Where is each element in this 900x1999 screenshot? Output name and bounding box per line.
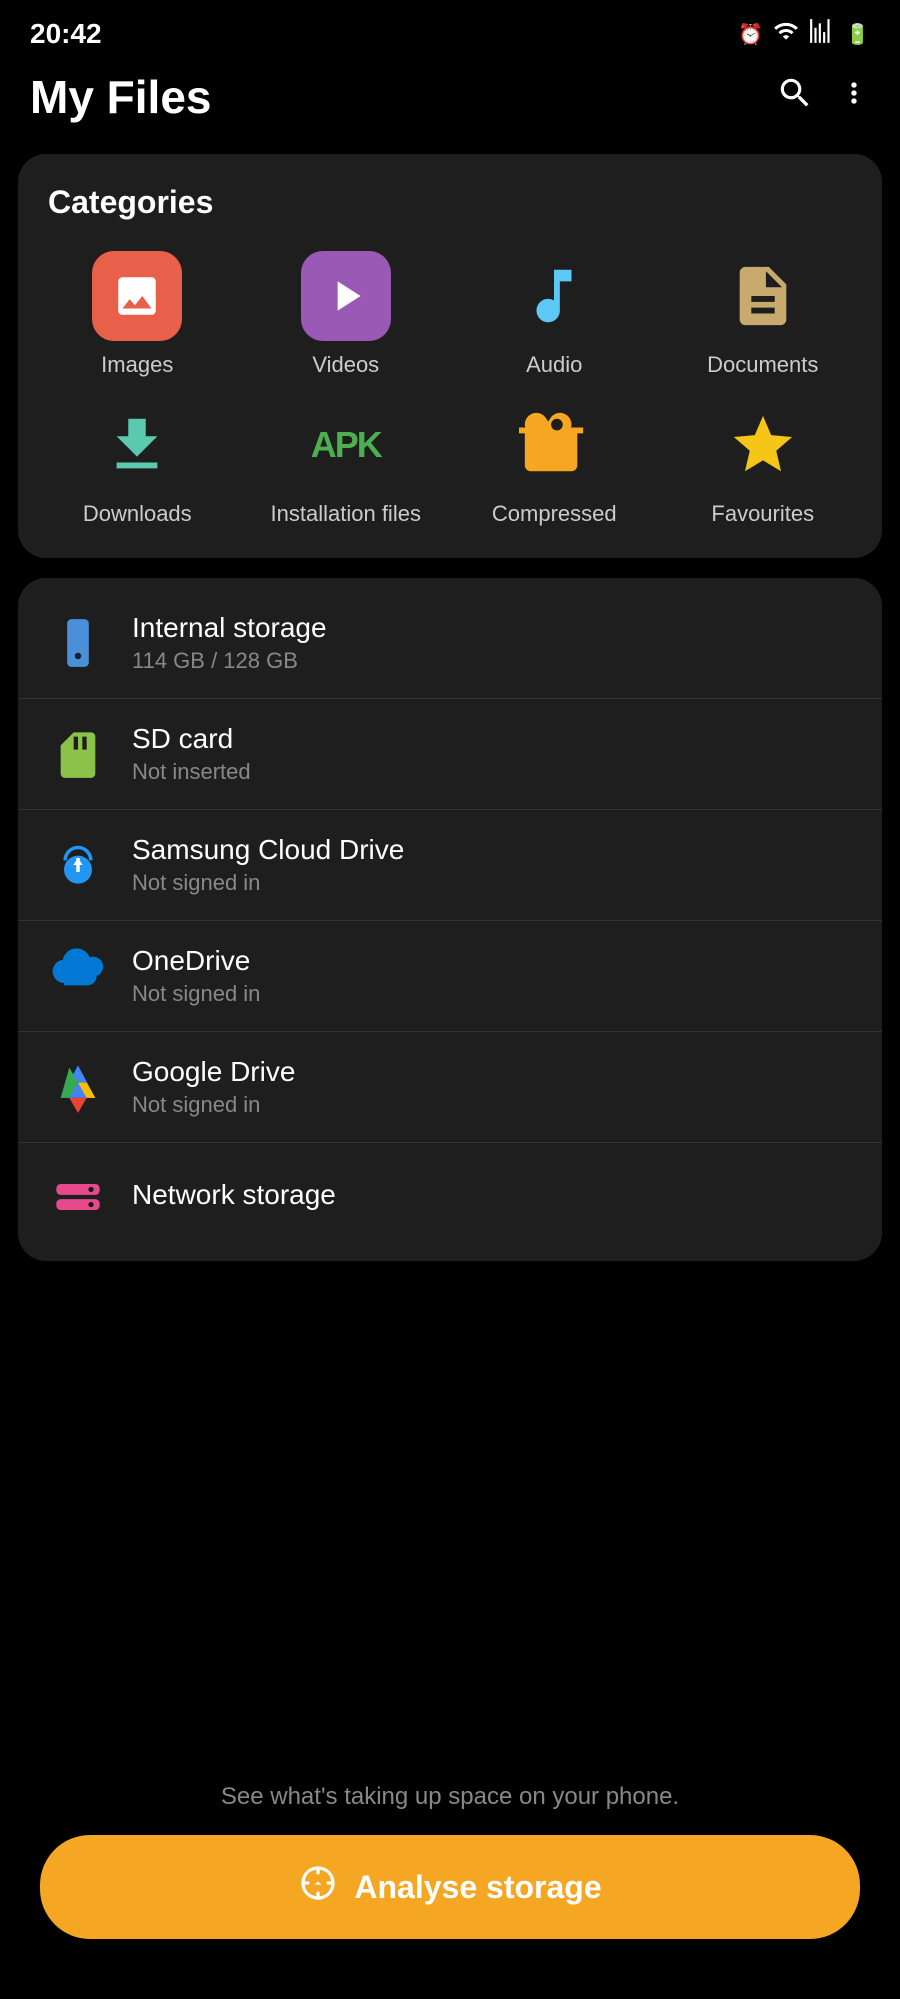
- alarm-icon: ⏰: [738, 22, 763, 47]
- category-audio[interactable]: Audio: [455, 251, 654, 380]
- signal-icon: [809, 18, 835, 50]
- documents-icon: [718, 251, 808, 341]
- onedrive-icon: [48, 946, 108, 1006]
- category-favourites[interactable]: Favourites: [664, 400, 863, 529]
- downloads-icon: [92, 400, 182, 490]
- storage-item-onedrive[interactable]: OneDrive Not signed in: [18, 921, 882, 1032]
- internal-storage-sub: 114 GB / 128 GB: [132, 648, 327, 674]
- network-storage-info: Network storage: [132, 1179, 336, 1215]
- storage-item-network[interactable]: Network storage: [18, 1143, 882, 1251]
- compressed-label: Compressed: [492, 500, 617, 529]
- favourites-label: Favourites: [711, 500, 814, 529]
- audio-label: Audio: [526, 351, 582, 380]
- sd-card-info: SD card Not inserted: [132, 723, 251, 785]
- category-compressed[interactable]: Compressed: [455, 400, 654, 529]
- categories-title: Categories: [38, 184, 862, 221]
- downloads-label: Downloads: [83, 500, 192, 529]
- network-storage-icon: [48, 1167, 108, 1227]
- category-documents[interactable]: Documents: [664, 251, 863, 380]
- google-drive-sub: Not signed in: [132, 1092, 295, 1118]
- onedrive-sub: Not signed in: [132, 981, 260, 1007]
- samsung-cloud-sub: Not signed in: [132, 870, 404, 896]
- category-videos[interactable]: Videos: [247, 251, 446, 380]
- analyse-storage-icon: [298, 1863, 338, 1911]
- compressed-icon: [509, 400, 599, 490]
- samsung-cloud-info: Samsung Cloud Drive Not signed in: [132, 834, 404, 896]
- storage-item-internal[interactable]: Internal storage 114 GB / 128 GB: [18, 588, 882, 699]
- battery-icon: 🔋: [845, 22, 870, 47]
- storage-card: Internal storage 114 GB / 128 GB SD card…: [18, 578, 882, 1261]
- storage-item-samsung-cloud[interactable]: Samsung Cloud Drive Not signed in: [18, 810, 882, 921]
- images-label: Images: [101, 351, 173, 380]
- category-images[interactable]: Images: [38, 251, 237, 380]
- categories-card: Categories Images Videos Audio: [18, 154, 882, 558]
- samsung-cloud-icon: [48, 835, 108, 895]
- more-options-icon[interactable]: [838, 76, 870, 118]
- google-drive-name: Google Drive: [132, 1056, 295, 1088]
- samsung-cloud-name: Samsung Cloud Drive: [132, 834, 404, 866]
- internal-storage-icon: [48, 613, 108, 673]
- categories-grid: Images Videos Audio Documents: [38, 251, 862, 528]
- header-actions: [776, 74, 870, 121]
- internal-storage-info: Internal storage 114 GB / 128 GB: [132, 612, 327, 674]
- apk-icon: APK: [301, 400, 391, 490]
- installation-files-label: Installation files: [271, 500, 421, 529]
- network-storage-name: Network storage: [132, 1179, 336, 1211]
- storage-item-google-drive[interactable]: Google Drive Not signed in: [18, 1032, 882, 1143]
- storage-item-sd-card[interactable]: SD card Not inserted: [18, 699, 882, 810]
- analyse-storage-button[interactable]: Analyse storage: [40, 1835, 860, 1939]
- status-icons: ⏰ 🔋: [738, 18, 870, 50]
- videos-icon: [301, 251, 391, 341]
- google-drive-info: Google Drive Not signed in: [132, 1056, 295, 1118]
- favourites-icon: [718, 400, 808, 490]
- onedrive-info: OneDrive Not signed in: [132, 945, 260, 1007]
- category-downloads[interactable]: Downloads: [38, 400, 237, 529]
- storage-hint: See what's taking up space on your phone…: [221, 1783, 679, 1811]
- sd-card-icon: [48, 724, 108, 784]
- google-drive-icon: [48, 1057, 108, 1117]
- wifi-icon: [773, 18, 799, 50]
- internal-storage-name: Internal storage: [132, 612, 327, 644]
- app-header: My Files: [0, 60, 900, 154]
- images-icon: [92, 251, 182, 341]
- status-bar: 20:42 ⏰ 🔋: [0, 0, 900, 60]
- sd-card-sub: Not inserted: [132, 759, 251, 785]
- category-installation-files[interactable]: APK Installation files: [247, 400, 446, 529]
- page-title: My Files: [30, 70, 212, 124]
- documents-label: Documents: [707, 351, 818, 380]
- search-icon[interactable]: [776, 74, 814, 121]
- audio-icon: [509, 251, 599, 341]
- videos-label: Videos: [312, 351, 379, 380]
- onedrive-name: OneDrive: [132, 945, 260, 977]
- analyse-storage-label: Analyse storage: [354, 1869, 601, 1906]
- bottom-section: See what's taking up space on your phone…: [0, 1783, 900, 1939]
- status-time: 20:42: [30, 18, 102, 50]
- sd-card-name: SD card: [132, 723, 251, 755]
